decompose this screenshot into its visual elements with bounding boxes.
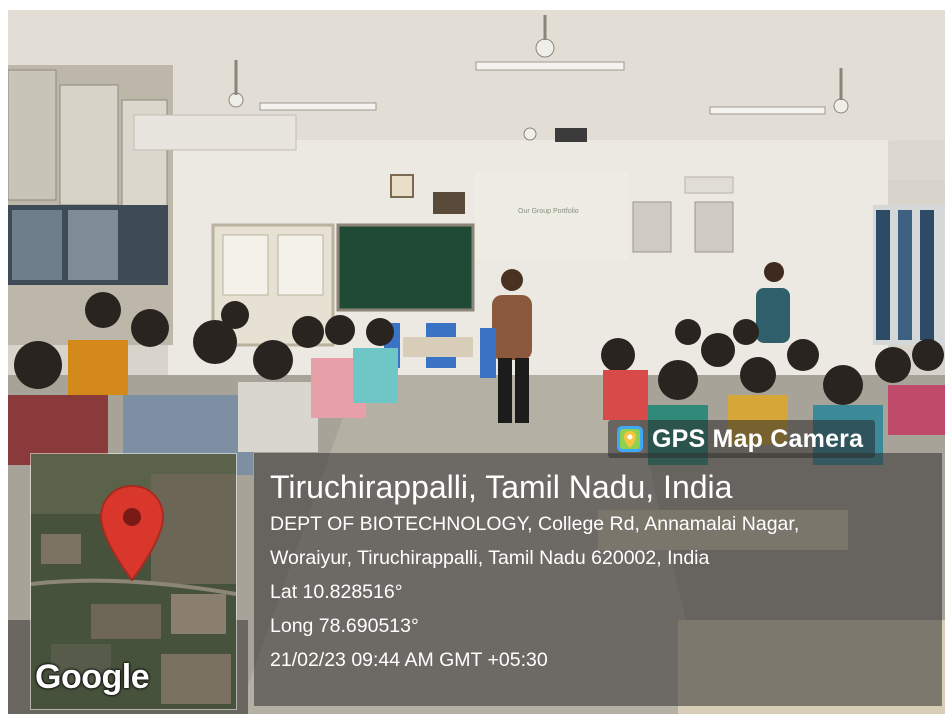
svg-text:Our Group Portfolio: Our Group Portfolio <box>518 208 579 215</box>
gps-map-camera-logo-icon <box>617 426 643 452</box>
location-info-panel: Tiruchirappalli, Tamil Nadu, India DEPT … <box>254 453 942 706</box>
map-thumbnail[interactable]: Google <box>30 453 237 710</box>
latitude: Lat 10.828516° <box>270 581 403 603</box>
address-line-1: DEPT OF BIOTECHNOLOGY, College Rd, Annam… <box>270 513 800 535</box>
location-title: Tiruchirappalli, Tamil Nadu, India <box>270 469 733 505</box>
google-attribution: Google <box>35 658 150 696</box>
longitude: Long 78.690513° <box>270 615 419 637</box>
photo-frame: Our Group Portfolio Google GPS Map Camer… <box>8 10 945 714</box>
badge-label: GPS Map Camera <box>652 424 864 453</box>
timestamp: 21/02/23 09:44 AM GMT +05:30 <box>270 649 548 671</box>
address-line-2: Woraiyur, Tiruchirappalli, Tamil Nadu 62… <box>270 547 710 569</box>
location-pin-icon <box>99 484 165 582</box>
